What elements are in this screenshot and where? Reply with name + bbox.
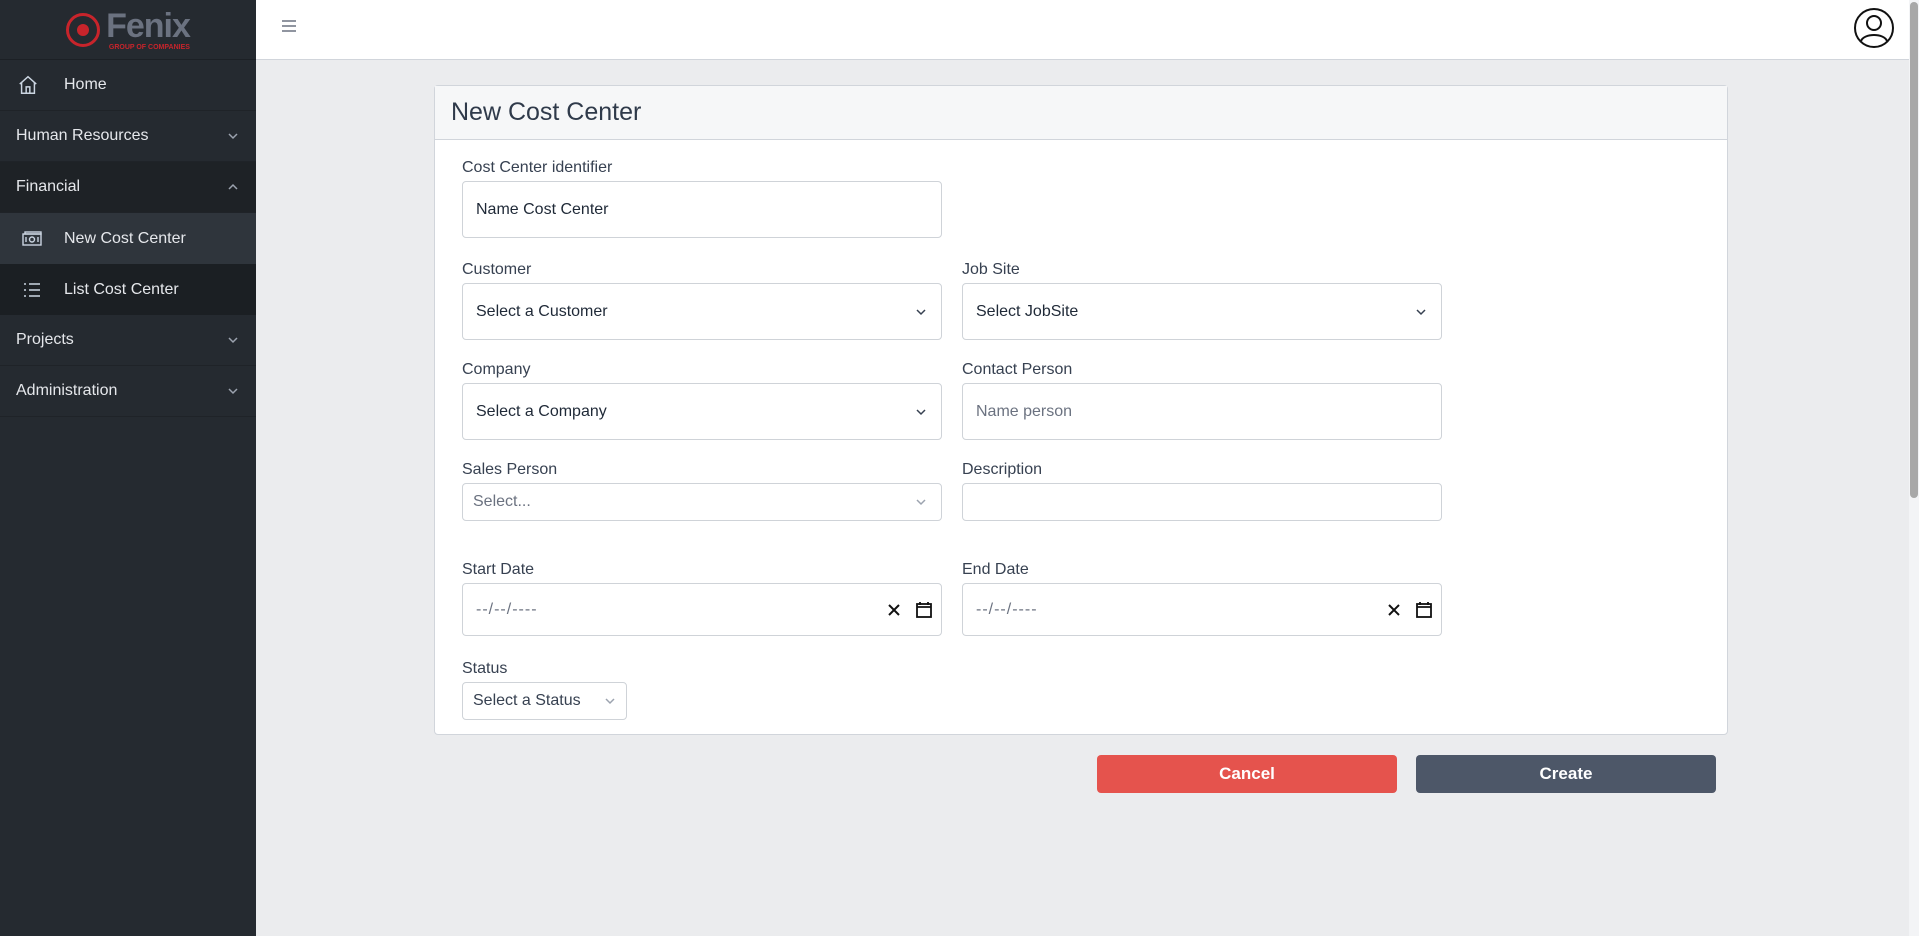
hamburger-icon[interactable]	[280, 18, 298, 34]
sidebar-item-administration[interactable]: Administration	[0, 366, 256, 417]
clear-icon[interactable]	[887, 603, 901, 617]
company-select[interactable]: Select a Company	[462, 383, 942, 440]
description-field: Description	[962, 461, 1442, 521]
sidebar-item-label: Human Resources	[16, 127, 149, 144]
sidebar-item-label: List Cost Center	[64, 280, 179, 298]
chevron-down-icon	[228, 337, 238, 344]
brand-subtitle: GROUP OF COMPANIES	[108, 43, 190, 51]
job-site-label: Job Site	[962, 261, 1020, 278]
status-label: Status	[462, 660, 508, 677]
scrollbar-thumb[interactable]	[1910, 2, 1918, 498]
chevron-down-icon	[916, 408, 926, 415]
customer-select[interactable]: Select a Customer	[462, 283, 942, 340]
status-field: Status Select a Status	[462, 660, 627, 720]
sidebar-item-list-cost-center[interactable]: List Cost Center	[0, 264, 256, 315]
end-date-label: End Date	[962, 561, 1029, 578]
status-select-value: Select a Status	[473, 692, 581, 709]
status-select[interactable]: Select a Status	[462, 682, 627, 720]
company-label: Company	[462, 361, 531, 378]
customer-label: Customer	[462, 261, 532, 278]
contact-person-label: Contact Person	[962, 361, 1073, 378]
clear-icon[interactable]	[1387, 603, 1401, 617]
cost-center-value: Name Cost Center	[476, 200, 609, 218]
sidebar-item-new-cost-center[interactable]: New Cost Center	[0, 213, 256, 264]
end-date-field: End Date --/--/----	[962, 561, 1442, 636]
description-label: Description	[962, 461, 1043, 478]
company-field: Company Select a Company	[462, 361, 942, 440]
sidebar-item-label: Financial	[16, 178, 81, 195]
calendar-icon[interactable]	[915, 601, 933, 619]
sales-person-select[interactable]: Select...	[462, 483, 942, 521]
home-icon	[16, 73, 40, 97]
start-date-field: Start Date --/--/----	[462, 561, 942, 636]
sidebar: Fenix GROUP OF COMPANIES Home Human Reso…	[0, 0, 256, 936]
start-date-input[interactable]: --/--/----	[462, 583, 942, 636]
contact-person-placeholder: Name person	[976, 402, 1073, 420]
sales-person-placeholder: Select...	[473, 493, 531, 510]
cost-center-input[interactable]: Name Cost Center	[462, 181, 942, 238]
list-icon	[22, 280, 42, 300]
end-date-input[interactable]: --/--/----	[962, 583, 1442, 636]
sales-person-label: Sales Person	[462, 461, 558, 478]
sidebar-item-projects[interactable]: Projects	[0, 315, 256, 366]
cancel-button[interactable]: Cancel	[1097, 755, 1397, 793]
end-date-value: --/--/----	[976, 600, 1038, 618]
form-card: New Cost Center Cost Center identifier N…	[434, 85, 1728, 735]
sidebar-item-label: Home	[64, 76, 107, 93]
sidebar-item-human-resources[interactable]: Human Resources	[0, 111, 256, 162]
sidebar-item-financial[interactable]: Financial	[0, 162, 256, 213]
job-site-field: Job Site Select JobSite	[962, 261, 1442, 340]
sales-person-field: Sales Person Select...	[462, 461, 942, 521]
logo[interactable]: Fenix GROUP OF COMPANIES	[0, 0, 256, 60]
chevron-up-icon	[228, 183, 238, 190]
cost-center-field: Cost Center identifier Name Cost Center	[462, 159, 942, 238]
calendar-icon[interactable]	[1415, 601, 1433, 619]
chevron-down-icon	[605, 698, 615, 705]
description-input[interactable]	[962, 483, 1442, 521]
sidebar-item-home[interactable]: Home	[0, 60, 256, 111]
contact-person-field: Contact Person Name person	[962, 361, 1442, 440]
sidebar-item-label: Projects	[16, 331, 74, 348]
chevron-down-icon	[916, 499, 926, 506]
cash-icon	[22, 229, 42, 249]
cost-center-label: Cost Center identifier	[462, 159, 613, 176]
company-select-value: Select a Company	[476, 402, 607, 420]
page-title: New Cost Center	[435, 86, 1727, 140]
brand-name: Fenix	[106, 6, 191, 45]
contact-person-input[interactable]: Name person	[962, 383, 1442, 440]
chevron-down-icon	[228, 388, 238, 395]
create-button[interactable]: Create	[1416, 755, 1716, 793]
job-site-select[interactable]: Select JobSite	[962, 283, 1442, 340]
chevron-down-icon	[1416, 308, 1426, 315]
customer-select-value: Select a Customer	[476, 302, 608, 320]
start-date-value: --/--/----	[476, 600, 538, 618]
start-date-label: Start Date	[462, 561, 535, 578]
job-site-select-value: Select JobSite	[976, 302, 1079, 320]
topbar	[256, 0, 1909, 60]
sidebar-item-label: New Cost Center	[64, 229, 186, 247]
user-avatar-icon[interactable]	[1853, 7, 1895, 49]
logo-mark-icon	[66, 12, 101, 47]
customer-field: Customer Select a Customer	[462, 261, 942, 340]
sidebar-item-label: Administration	[16, 382, 118, 399]
scrollbar[interactable]	[1909, 0, 1919, 936]
chevron-down-icon	[228, 133, 238, 140]
chevron-down-icon	[916, 308, 926, 315]
